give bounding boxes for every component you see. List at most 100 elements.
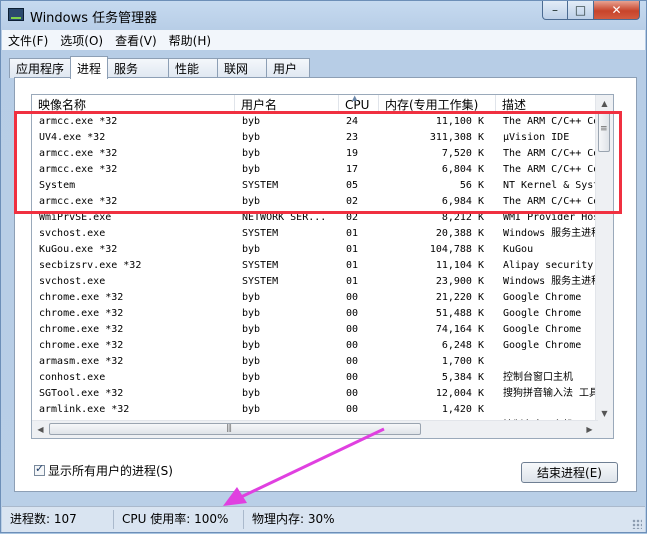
row-description: Windows 服务主进程 [503,228,598,239]
table-row[interactable]: chrome.exe *32 byb 00 6,248 K Google Chrome [32,338,598,354]
column-description[interactable]: 描述 [496,95,598,113]
column-user-name[interactable]: 用户名 [235,95,339,113]
tab-performance[interactable]: 性能 [168,58,219,78]
table-row[interactable]: chrome.exe *32 byb 00 21,220 K Google Chrome [32,290,598,306]
row-memory: 7,520 K [441,148,484,159]
table-row[interactable]: armcc.exe *32 byb 19 7,520 K The ARM C/C++ C… [32,146,598,162]
row-memory: 11,104 K [435,260,484,271]
table-row[interactable]: armcc.exe *32 byb 02 6,984 K The ARM C/C++ C… [32,194,598,210]
row-memory: 23,900 K [435,276,484,287]
row-cpu: 00 [346,404,359,415]
row-cpu: 02 [346,196,359,207]
row-description: KuGou [503,244,534,255]
table-row[interactable]: System SYSTEM 05 56 K NT Kernel & System [32,178,598,194]
row-description [496,354,598,370]
row-cpu: 23 [346,132,359,143]
menu-view[interactable]: 查看(V) [109,32,163,49]
table-row[interactable]: chrome.exe *32 byb 00 51,488 K Google Chrome [32,306,598,322]
row-description: The ARM C/C++ Comp [503,148,598,159]
row-user-name: byb [242,324,261,335]
vertical-scrollbar[interactable]: ▲ ▼ [595,95,613,421]
row-image-name: SGTool.exe *32 [39,388,124,399]
tab-processes[interactable]: 进程 [70,56,109,79]
row-description: The ARM C/C++ Comp [503,116,598,127]
row-cpu: 00 [346,340,359,351]
row-memory: 6,248 K [441,340,484,351]
table-row[interactable]: chrome.exe *32 byb 00 74,164 K Google Chrome [32,322,598,338]
table-row[interactable]: svchost.exe SYSTEM 01 23,900 K Windows 服务主进程 [32,274,598,290]
vertical-scroll-thumb[interactable] [598,112,610,152]
table-row[interactable]: KuGou.exe *32 byb 01 104,788 K KuGou [32,242,598,258]
process-rows: armcc.exe *32 byb 24 11,100 K The ARM C/C++ … [32,114,598,434]
row-user-name: byb [242,356,261,367]
row-cpu: 00 [346,308,359,319]
column-memory[interactable]: 内存(专用工作集) [379,95,496,113]
maximize-button[interactable]: □ [568,1,594,20]
menu-options[interactable]: 选项(O) [54,32,109,49]
show-all-users-option[interactable]: 显示所有用户的进程(S) [34,462,173,479]
menu-help[interactable]: 帮助(H) [163,32,217,49]
status-physical-memory: 物理内存: 30% [252,512,335,526]
table-row[interactable]: WmiPrvSE.exe NETWORK SER... 02 8,212 K WMI P… [32,210,598,226]
show-all-users-checkbox[interactable] [34,462,45,476]
row-image-name: armcc.exe *32 [39,148,118,159]
title-bar[interactable]: Windows 任务管理器 – □ ✕ [1,1,646,29]
scroll-up-icon[interactable]: ▲ [596,95,613,111]
column-cpu[interactable]: ▲ CPU [339,95,379,113]
close-button[interactable]: ✕ [594,1,640,20]
process-list[interactable]: 映像名称 用户名 ▲ CPU 内存(专用工作集) 描述 armcc.exe *3… [31,94,614,439]
tab-strip: 应用程序 进程 服务 性能 联网 用户 [9,56,311,79]
scrollbar-corner [596,421,613,438]
row-description: NT Kernel & System [503,180,598,191]
column-image-name[interactable]: 映像名称 [32,95,235,113]
row-user-name: byb [242,132,261,143]
tab-users[interactable]: 用户 [266,58,311,78]
row-cpu: 01 [346,244,359,255]
row-memory: 11,100 K [435,116,484,127]
table-row[interactable]: armcc.exe *32 byb 17 6,804 K The ARM C/C++ C… [32,162,598,178]
row-memory: 1,700 K [441,356,484,367]
tab-services[interactable]: 服务 [107,58,170,78]
table-row[interactable]: secbizsrv.exe *32 SYSTEM 01 11,104 K Alipay … [32,258,598,274]
row-cpu: 05 [346,180,359,191]
row-image-name: armlink.exe *32 [39,404,130,415]
resize-grip-icon[interactable] [632,519,642,529]
row-image-name: svchost.exe [39,276,106,287]
tab-networking[interactable]: 联网 [217,58,268,78]
row-user-name: byb [242,340,261,351]
row-memory: 21,220 K [435,292,484,303]
table-row[interactable]: UV4.exe *32 byb 23 311,308 K µVision IDE [32,130,598,146]
status-bar: 进程数: 107 CPU 使用率: 100% 物理内存: 30% [2,506,645,532]
row-memory: 20,388 K [435,228,484,239]
row-image-name: conhost.exe [39,372,106,383]
row-description: WMI Provider Host [503,212,598,223]
horizontal-scrollbar[interactable]: ◀ ▶ [32,420,598,438]
status-process-count: 进程数: 107 [2,510,114,529]
scroll-left-icon[interactable]: ◀ [32,421,49,437]
row-memory: 5,384 K [441,372,484,383]
tab-applications[interactable]: 应用程序 [9,58,72,78]
row-cpu: 02 [346,212,359,223]
horizontal-scroll-thumb[interactable] [49,423,421,435]
table-row[interactable]: SGTool.exe *32 byb 00 12,004 K 搜狗拼音输入法 工具 [32,386,598,402]
row-cpu: 00 [346,372,359,383]
menu-file[interactable]: 文件(F) [2,32,54,49]
row-user-name: SYSTEM [242,260,279,271]
table-row[interactable]: conhost.exe byb 00 5,384 K 控制台窗口主机 [32,370,598,386]
row-description: Alipay security bu [503,260,598,271]
row-description: Windows 服务主进程 [503,276,598,287]
end-process-button[interactable]: 结束进程(E) [521,462,618,483]
row-image-name: chrome.exe *32 [39,324,124,335]
row-user-name: byb [242,372,261,383]
minimize-button[interactable]: – [542,1,568,20]
table-row[interactable]: armasm.exe *32 byb 00 1,700 K [32,354,598,370]
table-row[interactable]: armlink.exe *32 byb 00 1,420 K [32,402,598,418]
row-user-name: byb [242,308,261,319]
row-memory: 56 K [459,180,484,191]
table-row[interactable]: armcc.exe *32 byb 24 11,100 K The ARM C/C++ … [32,114,598,130]
row-user-name: byb [242,404,261,415]
row-cpu: 00 [346,324,359,335]
row-cpu: 00 [346,356,359,367]
table-row[interactable]: svchost.exe SYSTEM 01 20,388 K Windows 服务主进程 [32,226,598,242]
scroll-down-icon[interactable]: ▼ [596,405,613,421]
